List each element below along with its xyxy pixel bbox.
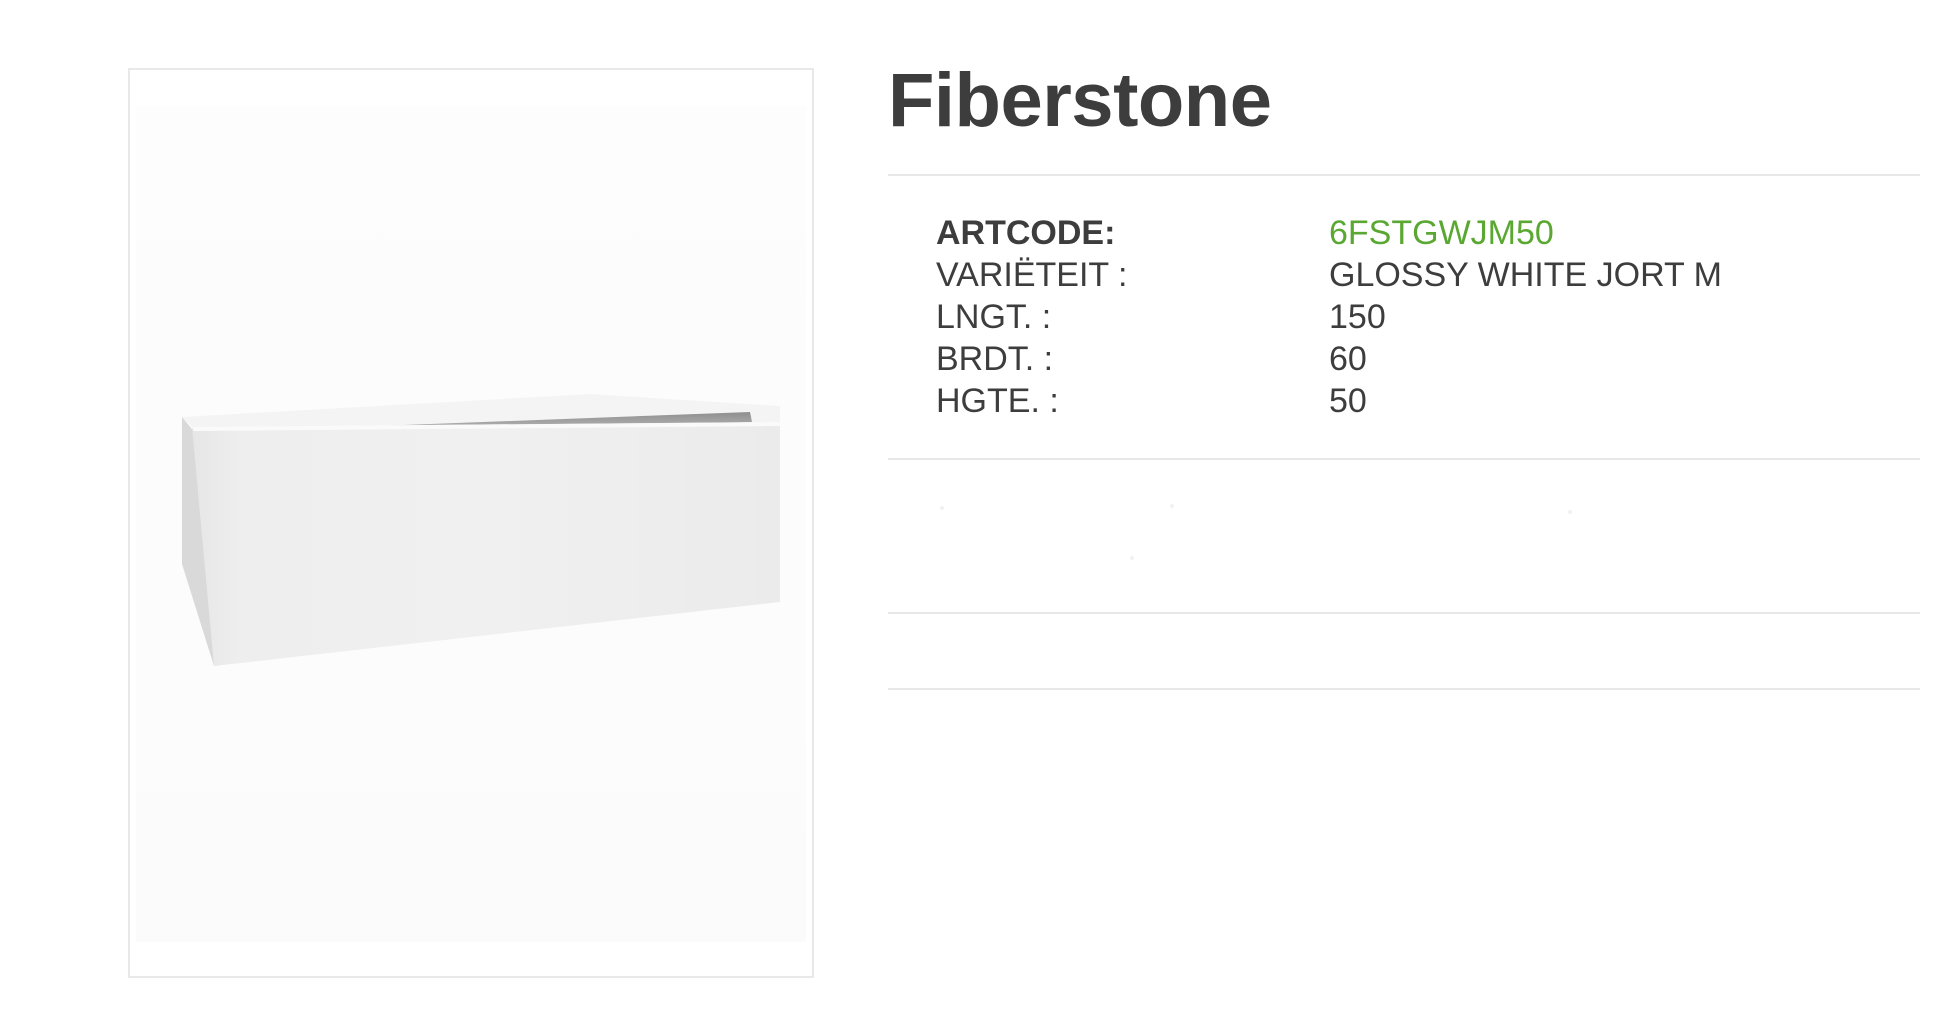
divider [888,688,1920,690]
spec-row-height: HGTE. : 50 [936,380,1836,422]
spec-row-artcode: ARTCODE: 6FSTGWJM50 [936,212,1836,254]
spec-label: HGTE. : [936,381,1059,420]
faint-mark [1568,510,1572,514]
spec-row-variety: VARIËTEIT : GLOSSY WHITE JORT M [936,254,1836,296]
divider [888,612,1920,614]
faint-mark [940,506,944,510]
divider [888,458,1920,460]
product-title: Fiberstone [888,58,1272,143]
spec-row-length: LNGT. : 150 [936,296,1836,338]
spec-value: 50 [1329,381,1367,420]
spec-row-width: BRDT. : 60 [936,338,1836,380]
faint-mark [1170,504,1174,508]
faint-mark [1130,556,1134,560]
spec-value: 6FSTGWJM50 [1329,213,1554,252]
spec-label: BRDT. : [936,339,1054,378]
divider [888,174,1920,176]
product-page: Fiberstone ARTCODE: 6FSTGWJM50 VARIËTEIT… [0,0,1940,1018]
spec-label: ARTCODE: [936,213,1116,252]
product-image-frame[interactable] [128,68,814,978]
spec-label: LNGT. : [936,297,1052,336]
product-image [136,106,806,942]
spec-label: VARIËTEIT : [936,255,1128,294]
spec-value: GLOSSY WHITE JORT M [1329,255,1722,294]
spec-value: 150 [1329,297,1386,336]
spec-table: ARTCODE: 6FSTGWJM50 VARIËTEIT : GLOSSY W… [936,212,1836,422]
faded-content-area [940,498,1640,578]
spec-value: 60 [1329,339,1367,378]
